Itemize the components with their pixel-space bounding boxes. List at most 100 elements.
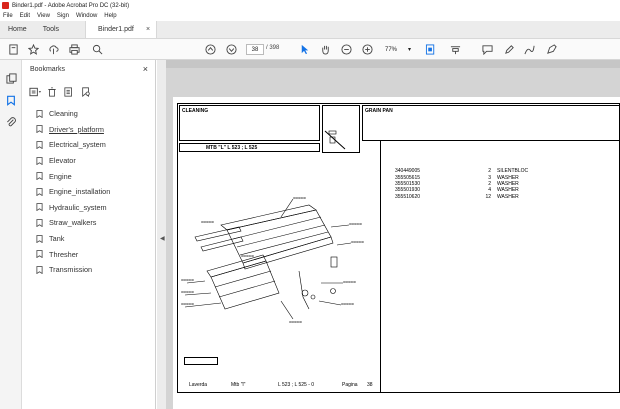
attachments-icon[interactable] [5,116,17,128]
hand-tool-icon[interactable] [319,43,332,56]
svg-text:000000000: 000000000 [293,197,307,200]
bookmark-item[interactable]: Driver's_platform [36,122,110,138]
menu-sign[interactable]: Sign [57,13,69,19]
parts-row: 340449005 2 SILENTBLOC [395,168,528,174]
column-divider [380,141,381,393]
bookmark-item[interactable]: Cleaning [36,106,110,122]
next-page-icon[interactable] [225,43,238,56]
bookmark-label: Engine [49,171,72,181]
bookmark-item[interactable]: Thresher [36,246,110,262]
bookmarks-toolbar [28,85,96,99]
upload-icon[interactable] [47,43,60,56]
menu-bar: File Edit View Sign Window Help [0,11,620,21]
bookmark-star-icon[interactable] [27,43,40,56]
svg-text:000000000: 000000000 [341,302,355,306]
select-cursor-icon[interactable] [298,43,311,56]
search-icon[interactable] [91,43,104,56]
right-title-box [362,105,620,141]
bookmark-icon [36,109,43,118]
bookmark-icon [36,156,43,165]
model-label: MTB "L" L 523 ; L 525 [206,145,258,151]
document-viewer[interactable]: CLEANING MTB "L" L 523 ; L 525 GRAIN PAN [166,60,620,409]
star-icon[interactable] [7,43,20,56]
bookmark-label: Straw_walkers [49,218,97,228]
svg-text:000000000: 000000000 [349,222,363,226]
draw-icon[interactable] [523,43,536,56]
part-code: 355510620 [395,193,421,200]
part-qty: 4 [488,187,491,194]
bookmark-item[interactable]: Hydraulic_system [36,200,110,216]
svg-text:000000000: 000000000 [289,320,303,324]
bookmarks-panel-icon[interactable] [5,94,17,106]
part-qty: 3 [488,174,491,181]
bookmark-icon [36,234,43,243]
zoom-out-icon[interactable] [340,43,353,56]
part-code: 355505615 [395,174,421,181]
bookmark-item[interactable]: Straw_walkers [36,215,110,231]
bookmark-icon [36,187,43,196]
page-fit-icon[interactable] [424,43,437,56]
left-title: CLEANING [182,108,209,114]
svg-text:000000000: 000000000 [181,290,195,294]
bookmark-item[interactable]: Engine [36,168,110,184]
new-bookmark-icon[interactable] [62,86,76,98]
svg-text:000000000: 000000000 [181,302,195,306]
tab-document[interactable]: Binder1.pdf × [85,21,158,38]
bookmark-label: Elevator [49,156,76,166]
menu-edit[interactable]: Edit [20,13,30,19]
close-panel-icon[interactable]: × [143,64,148,74]
menu-window[interactable]: Window [76,13,97,19]
zoom-select[interactable]: 77% ▾ [383,44,413,55]
sign-icon[interactable] [545,43,558,56]
part-name: WASHER [497,193,519,200]
bookmark-icon [36,265,43,274]
bookmark-label: Tank [49,234,65,244]
bookmark-item[interactable]: Tank [36,231,110,247]
parts-list: 340449005 2 SILENTBLOC 355505615 3 WASHER 35… [395,168,528,200]
bookmark-label: Electrical_system [49,140,106,150]
part-qty: 2 [488,180,491,187]
zoom-value: 77% [385,46,398,53]
comment-icon[interactable] [481,43,494,56]
menu-help[interactable]: Help [104,13,116,19]
pages-icon[interactable] [5,72,17,84]
bookmark-label: Driver's_platform [49,124,104,134]
part-name: WASHER [497,174,519,181]
highlight-pen-icon[interactable] [503,43,516,56]
options-menu-icon[interactable] [28,86,42,98]
tab-tools[interactable]: Tools [35,21,67,38]
bookmarks-list: Cleaning Driver's_platform Electrical_sy… [36,106,110,278]
bookmark-item[interactable]: Transmission [36,262,110,278]
menu-view[interactable]: View [37,13,50,19]
menu-file[interactable]: File [3,13,13,19]
part-code: 355501530 [395,180,421,187]
bookmark-label: Engine_installation [49,187,111,197]
svg-text:000000000: 000000000 [351,240,365,244]
bookmark-icon [36,203,43,212]
svg-text:000000000: 000000000 [181,278,195,282]
bookmark-icon [36,141,43,149]
page-number-input[interactable]: 38 [246,44,264,55]
panel-splitter[interactable]: ◀ [157,60,166,409]
bookmark-item[interactable]: Engine_installation [36,184,110,200]
bookmark-item[interactable]: Elevator [36,153,110,169]
part-name: WASHER [497,180,519,187]
tab-home[interactable]: Home [0,21,35,38]
part-code: 355501930 [395,187,421,194]
left-rail [0,60,22,409]
scroll-mode-icon[interactable] [449,43,462,56]
print-icon[interactable] [68,43,81,56]
bookmark-icon [36,125,43,134]
close-tab-icon[interactable]: × [146,26,150,33]
delete-bookmark-icon[interactable] [45,86,59,98]
previous-page-icon[interactable] [204,43,217,56]
part-code: 340449005 [395,168,421,175]
part-name: WASHER [497,187,519,194]
bookmarks-title: Bookmarks [30,66,66,73]
find-bookmark-icon[interactable] [79,86,93,98]
svg-text:000000000: 000000000 [241,254,255,258]
bookmark-item[interactable]: Electrical_system [36,137,110,153]
footer-model: Mtb "l" [231,382,246,388]
zoom-in-icon[interactable] [361,43,374,56]
collapse-panel-icon[interactable]: ◀ [160,235,165,242]
